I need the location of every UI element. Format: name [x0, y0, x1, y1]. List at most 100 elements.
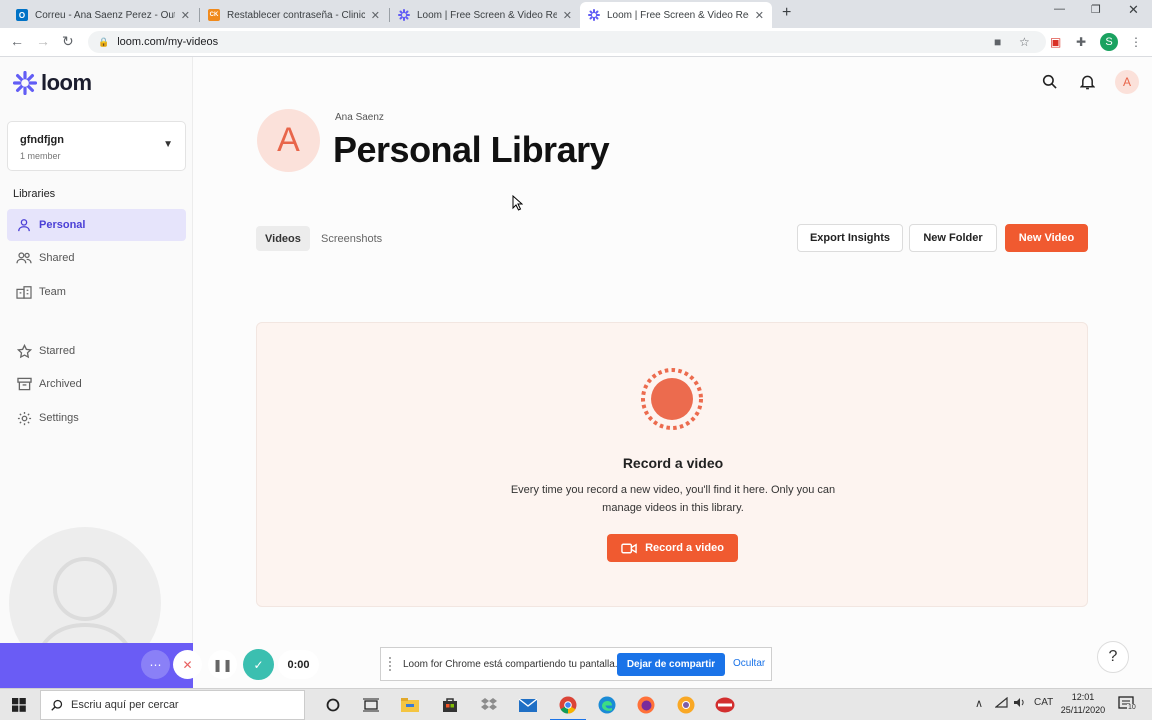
close-icon[interactable]: ✕ [181, 9, 190, 22]
help-button[interactable]: ? [1097, 641, 1129, 673]
library-owner: Ana Saenz [335, 112, 384, 123]
screen-share-notice: Loom for Chrome está compartiendo tu pan… [380, 647, 772, 681]
workspace-name: gfndfjgn [20, 134, 64, 146]
windows-taskbar: Escriu aquí per cercar ∧ CAT 12:01 25/11… [0, 688, 1152, 720]
reload-icon[interactable]: ↻ [62, 33, 74, 50]
new-tab-icon[interactable]: + [782, 4, 791, 22]
loom-logo[interactable]: loom [12, 70, 92, 96]
browser-toolbar: ← → ↻ 🔒 loom.com/my-videos ■ ☆ ▣ ✚ ⋮ [0, 28, 1152, 57]
hide-link[interactable]: Ocultar [733, 658, 765, 669]
sidebar-item-personal[interactable]: Personal [7, 209, 186, 241]
finish-recording-icon[interactable]: ✓ [243, 649, 274, 680]
extension-shield-icon[interactable]: ▣ [1050, 35, 1061, 49]
language-indicator[interactable]: CAT [1034, 697, 1053, 708]
tab-videos[interactable]: Videos [256, 226, 310, 251]
close-icon[interactable]: ✕ [371, 9, 380, 22]
mail-icon[interactable] [518, 695, 538, 715]
new-video-button[interactable]: New Video [1005, 224, 1088, 252]
chevron-down-icon: ▼ [163, 139, 173, 150]
sidebar-item-label: Team [39, 286, 66, 298]
window-close-icon[interactable]: ✕ [1128, 2, 1139, 18]
person-icon [15, 218, 33, 232]
empty-state-description: Every time you record a new video, you'l… [510, 484, 836, 514]
notifications-icon[interactable]: 10 [1118, 695, 1137, 714]
firefox-icon[interactable] [636, 695, 656, 715]
clinicalkey-icon: CK [208, 9, 220, 21]
sidebar-item-shared[interactable]: Shared [7, 242, 186, 274]
tab-title: Loom | Free Screen & Video Recording [417, 9, 557, 21]
windows-start-icon[interactable] [12, 698, 26, 717]
gear-icon [15, 411, 33, 426]
new-folder-button[interactable]: New Folder [909, 224, 997, 252]
bookmark-star-icon[interactable]: ☆ [1019, 35, 1030, 49]
chrome-canary-icon[interactable] [676, 695, 696, 715]
tab-title: Loom | Free Screen & Video Recording [607, 9, 749, 21]
cancel-recording-icon[interactable]: ✕ [173, 650, 202, 679]
wifi-icon[interactable] [994, 696, 1008, 711]
loom-icon [588, 9, 600, 21]
store-icon[interactable] [440, 695, 460, 715]
browser-tab[interactable]: Loom | Free Screen & Video Recording ✕ [390, 2, 580, 28]
video-camera-icon [621, 542, 637, 554]
more-options-icon[interactable]: ⋯ [141, 650, 170, 679]
sidebar-item-team[interactable]: Team [7, 276, 186, 308]
forward-icon[interactable]: → [36, 33, 50, 49]
volume-icon[interactable] [1013, 697, 1026, 711]
menu-kebab-icon[interactable]: ⋮ [1130, 35, 1142, 49]
address-bar[interactable]: 🔒 loom.com/my-videos [88, 31, 1046, 53]
back-icon[interactable]: ← [10, 33, 24, 49]
browser-tab-active[interactable]: Loom | Free Screen & Video Recording ✕ [580, 2, 772, 28]
mouse-cursor-icon [512, 194, 524, 216]
profile-avatar[interactable]: S [1100, 33, 1118, 51]
opera-icon[interactable] [715, 695, 735, 715]
user-avatar[interactable]: A [1115, 70, 1139, 94]
url-text: loom.com/my-videos [117, 36, 219, 48]
browser-tab[interactable]: O Correu - Ana Saenz Perez - Outlook ✕ [8, 2, 198, 28]
browser-tab[interactable]: CK Restablecer contraseña - Clinicalkey … [200, 2, 388, 28]
loom-logo-icon [12, 70, 38, 96]
logo-text: loom [41, 70, 92, 95]
outlook-icon: O [16, 9, 28, 21]
sidebar-item-settings[interactable]: Settings [7, 402, 186, 434]
cortana-icon[interactable] [323, 695, 343, 715]
record-video-label: Record a video [645, 542, 724, 554]
stop-sharing-button[interactable]: Dejar de compartir [617, 653, 725, 676]
pause-icon[interactable]: ❚❚ [208, 650, 237, 679]
drag-handle-icon[interactable] [389, 657, 395, 671]
dropbox-icon[interactable] [479, 695, 499, 715]
share-notice-text: Loom for Chrome está compartiendo tu pan… [403, 658, 618, 670]
sidebar-item-starred[interactable]: Starred [7, 335, 186, 367]
workspace-switcher[interactable]: gfndfjgn 1 member ▼ [7, 121, 186, 171]
tab-screenshots[interactable]: Screenshots [312, 226, 391, 251]
chrome-icon[interactable] [550, 695, 586, 720]
close-icon[interactable]: ✕ [755, 9, 764, 22]
browser-tab-bar: O Correu - Ana Saenz Perez - Outlook ✕ C… [0, 0, 1152, 28]
loom-icon [398, 9, 410, 21]
edge-icon[interactable] [597, 695, 617, 715]
restore-icon[interactable]: ❐ [1091, 3, 1101, 16]
tray-chevron-up-icon[interactable]: ∧ [975, 697, 983, 710]
library-avatar: A [257, 109, 320, 172]
close-icon[interactable]: ✕ [563, 9, 572, 22]
people-icon [15, 251, 33, 265]
tab-title: Correu - Ana Saenz Perez - Outlook [35, 9, 175, 21]
sidebar-item-label: Starred [39, 345, 76, 357]
minimize-icon[interactable]: — [1054, 3, 1065, 15]
camera-icon[interactable]: ■ [994, 35, 1001, 49]
bell-icon[interactable] [1079, 74, 1096, 95]
empty-state: Record a video Every time you record a n… [256, 322, 1088, 607]
export-insights-button[interactable]: Export Insights [797, 224, 903, 252]
file-explorer-icon[interactable] [400, 695, 420, 715]
taskbar-search[interactable]: Escriu aquí per cercar [40, 690, 305, 720]
libraries-heading: Libraries [13, 188, 56, 200]
taskbar-clock[interactable]: 12:01 25/11/2020 [1058, 691, 1108, 717]
search-icon[interactable] [1042, 74, 1057, 94]
extensions-puzzle-icon[interactable]: ✚ [1076, 35, 1086, 49]
question-icon: ? [1108, 648, 1118, 665]
star-icon [15, 343, 33, 359]
task-view-icon[interactable] [361, 695, 381, 715]
sidebar-item-archived[interactable]: Archived [7, 368, 186, 400]
record-video-button[interactable]: Record a video [607, 534, 738, 562]
lock-icon: 🔒 [98, 36, 110, 47]
sidebar-item-label: Archived [39, 378, 82, 390]
